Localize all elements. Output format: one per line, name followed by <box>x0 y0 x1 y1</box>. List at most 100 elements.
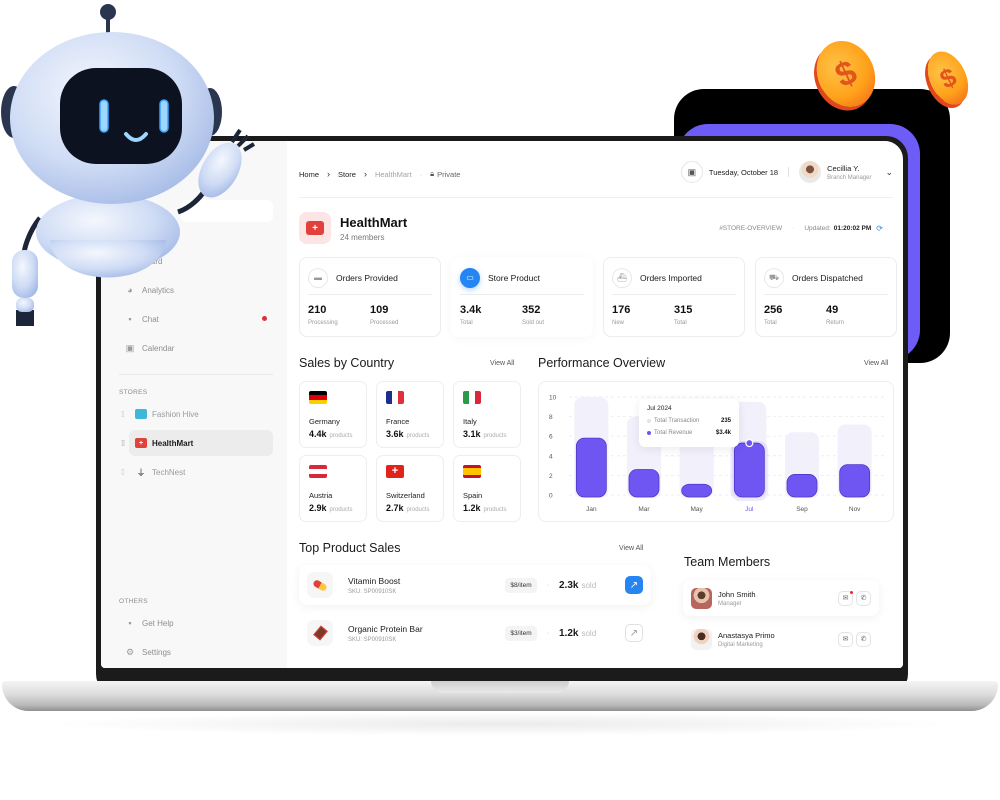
member-row[interactable]: Anastasya Primo Digital Marketing ✉ ✆ <box>683 621 879 657</box>
country-name: Germany <box>309 417 340 426</box>
sidebar-store-healthmart-row[interactable]: ⁞⁞ + HealthMart <box>119 430 273 456</box>
breadcrumb-current: HealthMart <box>374 169 412 179</box>
open-product-button[interactable]: ↗ <box>625 576 643 594</box>
sidebar-item-settings[interactable]: ⚙ Settings <box>125 639 273 665</box>
country-card-germany[interactable]: Germany 4.4k products <box>299 381 367 448</box>
stat-value: 3.4k <box>460 304 482 316</box>
stat-label: Total <box>674 320 687 326</box>
bar <box>786 474 818 498</box>
message-button[interactable]: ✉ <box>838 590 853 606</box>
store-meta: #STORE-OVERVIEW · Updated: 01:20:02 PM ⟳ <box>719 224 883 233</box>
country-unit: products <box>406 433 430 439</box>
protein-bar-icon <box>307 620 333 646</box>
stat-card-orders-dispatched[interactable]: ⛟ Orders Dispatched 256 Total 49 Return <box>755 257 897 337</box>
x-tick-label: May <box>691 506 704 513</box>
country-unit: products <box>483 433 507 439</box>
robot-eye-right <box>159 99 169 133</box>
robot-left-hand <box>12 250 38 298</box>
sidebar-divider <box>119 374 273 375</box>
others-heading: OTHERS <box>119 598 148 605</box>
breadcrumb-home[interactable]: Home <box>299 170 319 179</box>
calendar-button[interactable]: ▣ <box>680 161 703 183</box>
sold-label: sold <box>581 628 597 638</box>
country-card-france[interactable]: France 3.6k products <box>376 381 444 448</box>
phone-icon: ✆ <box>860 595 867 602</box>
bar <box>681 483 713 498</box>
y-tick-label: 8 <box>549 414 553 421</box>
call-button[interactable]: ✆ <box>856 590 871 606</box>
truck-icon: ⛟ <box>764 267 784 288</box>
member-role: Digital Marketing <box>718 641 763 648</box>
tooltip-title: Jul 2024 <box>647 405 672 412</box>
stat-card-store-product[interactable]: ▭ Store Product 3.4k Total 352 Sold out <box>451 257 593 337</box>
country-name: Switzerland <box>386 491 425 500</box>
stat-label: Processing <box>308 320 338 326</box>
message-button[interactable]: ✉ <box>838 631 853 647</box>
stat-value: 49 <box>826 304 839 316</box>
stat-label: Return <box>826 320 845 326</box>
chevron-right-icon: › <box>327 169 331 179</box>
user-avatar[interactable] <box>799 161 822 183</box>
stat-value: 315 <box>674 304 693 316</box>
active-highlight <box>129 430 273 456</box>
sidebar-item-calendar[interactable]: ▣ Calendar <box>125 335 273 361</box>
robot-body-lower <box>50 240 166 278</box>
product-row[interactable]: Vitamin Boost SKU: SP00910SK $8/item · 2… <box>299 565 651 605</box>
product-sold: 2.3k <box>559 579 579 591</box>
chevron-down-icon[interactable]: ⌄ <box>885 167 893 178</box>
y-tick-label: 10 <box>549 395 557 402</box>
stat-card-orders-provided[interactable]: ▬ Orders Provided 210 Processing 109 Proces… <box>299 257 441 337</box>
separator-dot: · <box>419 169 423 179</box>
chart-tooltip: Jul 2024 Total Transaction 235 Total Rev… <box>639 399 739 447</box>
country-value: 2.7k <box>386 503 404 513</box>
stat-card-orders-imported[interactable]: ⛴ Orders Imported 176 New 315 Total <box>603 257 745 337</box>
laptop-shadow <box>40 712 960 736</box>
member-avatar <box>691 628 712 650</box>
product-row[interactable]: Organic Protein Bar SKU: SP00910SK $3/it… <box>299 613 651 653</box>
drag-handle-icon[interactable]: ⁞⁞ <box>121 468 129 477</box>
country-name: France <box>386 417 410 426</box>
view-all-performance-link[interactable]: View All <box>864 360 888 367</box>
stat-label: Total <box>460 320 473 326</box>
bar <box>575 437 607 498</box>
open-product-button[interactable]: ↗ <box>625 624 643 642</box>
view-all-countries-link[interactable]: View All <box>490 360 514 367</box>
tooltip-value: 235 <box>720 418 731 424</box>
member-role: Manager <box>718 600 742 607</box>
country-card-switzerland[interactable]: + Switzerland 2.7k products <box>376 455 444 522</box>
notification-dot <box>850 590 853 594</box>
breadcrumb-store[interactable]: Store <box>338 170 356 179</box>
divider <box>788 167 790 177</box>
austria-flag-icon <box>309 465 327 478</box>
notification-dot <box>262 316 267 321</box>
plug-icon: ⏚ <box>136 467 146 478</box>
call-button[interactable]: ✆ <box>856 631 871 647</box>
calendar-icon: ▣ <box>687 166 697 177</box>
member-name: Anastasya Primo <box>718 630 775 640</box>
country-value: 1.2k <box>463 503 481 513</box>
refresh-icon[interactable]: ⟳ <box>876 224 883 233</box>
gear-icon: ⚙ <box>125 646 135 657</box>
drag-handle-icon[interactable]: ⁞⁞ <box>121 410 129 419</box>
view-all-products-link[interactable]: View All <box>619 545 643 552</box>
sidebar-store-fashion-hive[interactable]: ⁞⁞ Fashion Hive <box>119 401 273 427</box>
country-value: 3.6k <box>386 429 404 439</box>
stat-title: Orders Imported <box>640 272 702 283</box>
drag-handle-icon[interactable]: ⁞⁞ <box>121 439 129 448</box>
country-card-spain[interactable]: Spain 1.2k products <box>453 455 521 522</box>
team-members-card: Team Members John Smith Manager ✉ ✆ Anas… <box>669 541 903 668</box>
country-card-austria[interactable]: Austria 2.9k products <box>299 455 367 522</box>
section-title-sales-by-country: Sales by Country <box>299 356 395 370</box>
x-tick-label: Sep <box>796 506 808 513</box>
sidebar-store-technest[interactable]: ⁞⁞ ⏚ TechNest <box>119 459 273 485</box>
country-card-italy[interactable]: Italy 3.1k products <box>453 381 521 448</box>
store-label: HealthMart <box>152 438 194 448</box>
breadcrumb: Home › Store › HealthMart · 🔒︎ Private <box>299 169 460 179</box>
member-avatar <box>691 587 712 609</box>
member-row[interactable]: John Smith Manager ✉ ✆ <box>683 580 879 616</box>
sidebar-item-get-help[interactable]: ▪ Get Help <box>125 610 273 636</box>
stat-cards: ▬ Orders Provided 210 Processing 109 Proces… <box>299 257 897 337</box>
section-title-performance: Performance Overview <box>538 356 666 370</box>
stat-value: 109 <box>370 304 389 316</box>
y-tick-label: 6 <box>549 434 553 441</box>
